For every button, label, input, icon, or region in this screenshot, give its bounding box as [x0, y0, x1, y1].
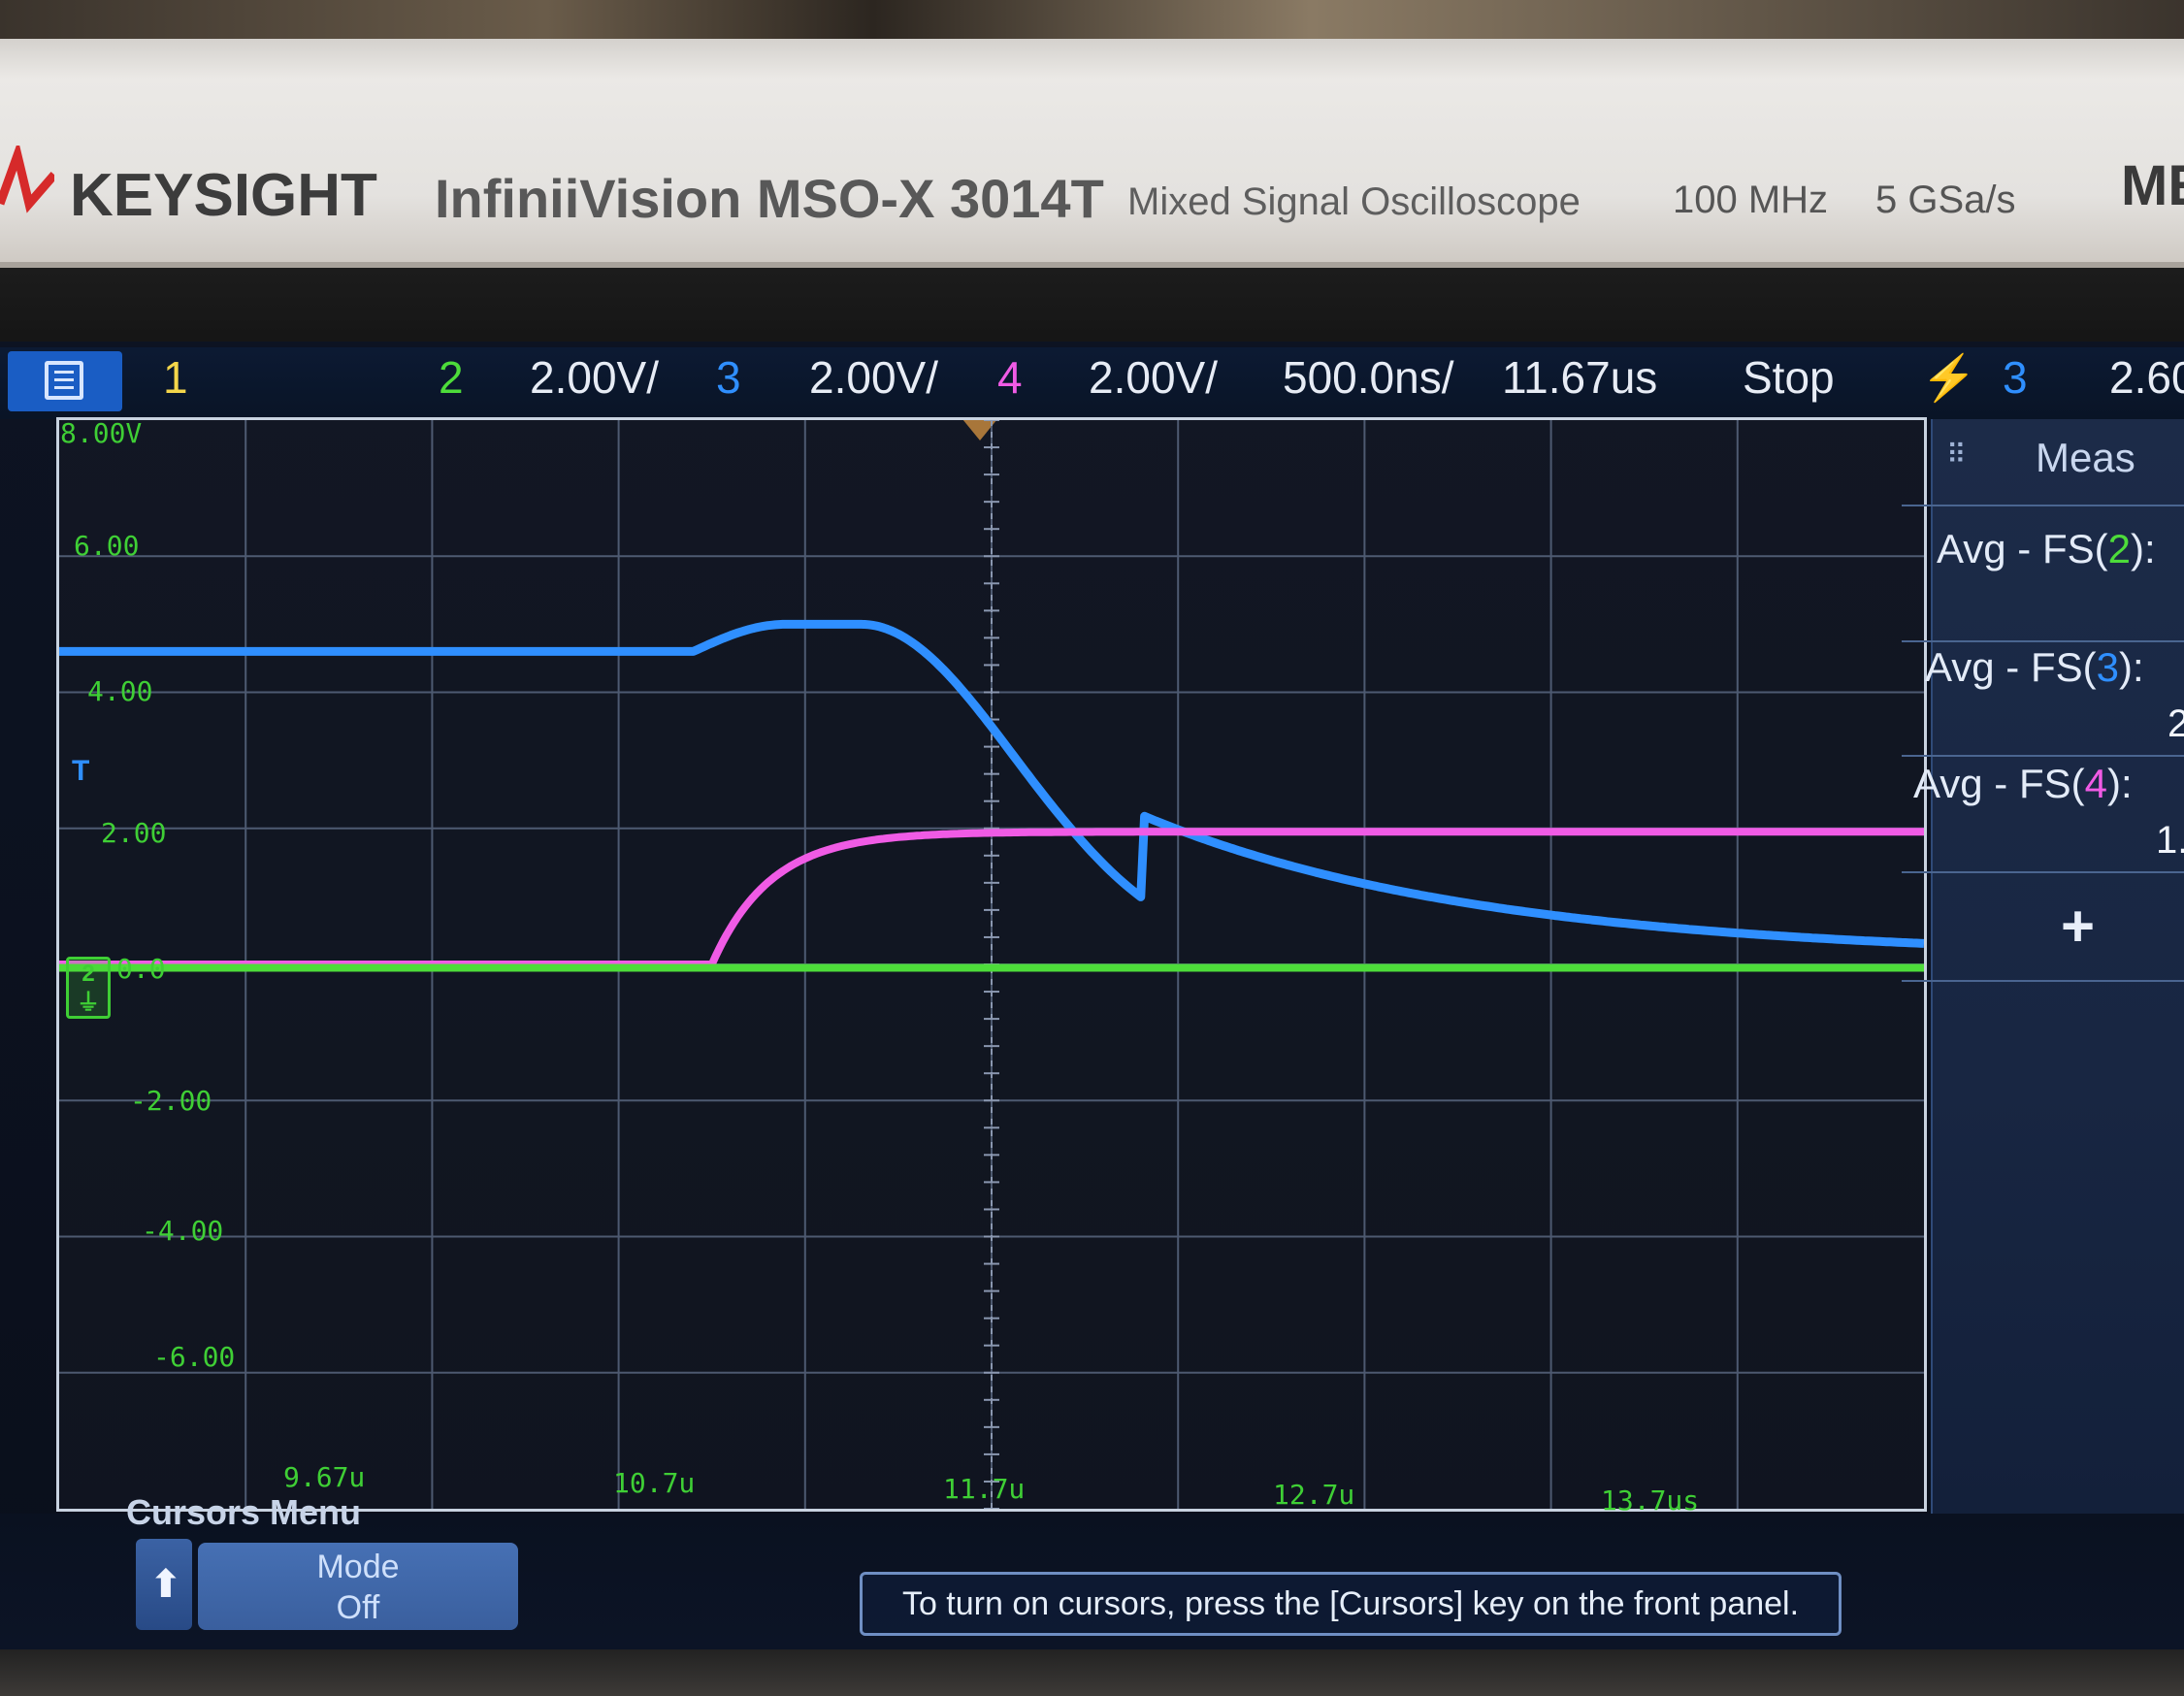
trigger-edge-icon[interactable]: ⚡ [1921, 351, 1976, 405]
panel-divider [1902, 871, 2184, 873]
panel-divider [1902, 640, 2184, 642]
add-measurement-button[interactable]: + [2061, 893, 2095, 960]
x-axis-label-3: 11.7u [943, 1473, 1026, 1505]
run-state[interactable]: Stop [1743, 351, 1835, 404]
y-axis-label-0: 0.0 [116, 953, 166, 985]
channel-2-ground-marker[interactable]: 2 ⏚ [66, 957, 111, 1019]
trigger-source[interactable]: 3 [2003, 351, 2028, 404]
channel-3-scale[interactable]: 2.00V/ [809, 351, 938, 404]
trigger-level[interactable]: 2.60 [2109, 351, 2184, 404]
measurement-panel [1931, 419, 2184, 1514]
channel-2-label[interactable]: 2 [439, 351, 464, 404]
y-axis-label-minus-6: -6.00 [153, 1341, 236, 1373]
horizontal-delay[interactable]: 11.67us [1502, 351, 1657, 404]
keysight-logo-icon [0, 146, 54, 213]
up-arrow-icon: ⬆ [149, 1562, 182, 1607]
ground-icon: ⏚ [77, 990, 100, 1016]
bezel-bottom-edge [0, 1649, 2184, 1696]
brand-name: KEYSIGHT [70, 162, 377, 229]
measurement-item-2[interactable]: Avg - FS(3): [1925, 644, 2144, 691]
cursor-mode-softkey[interactable]: Mode Off [198, 1543, 518, 1630]
panel-divider [1902, 980, 2184, 982]
y-axis-label-minus-4: -4.00 [142, 1215, 224, 1247]
model-name: InfiniiVision MSO-X 3014T [435, 168, 1104, 229]
channel-1-label[interactable]: 1 [163, 351, 188, 404]
channel-4-scale[interactable]: 2.00V/ [1089, 351, 1218, 404]
x-axis-label-2: 10.7u [613, 1467, 696, 1499]
y-axis-label-4: 4.00 [87, 675, 153, 707]
model-description: Mixed Signal Oscilloscope [1127, 180, 1581, 223]
background-wall [0, 0, 2184, 39]
trigger-level-marker[interactable]: T [72, 755, 91, 813]
y-axis-label-8: 8.00V [60, 417, 143, 449]
channel-3-label[interactable]: 3 [716, 351, 741, 404]
panel-divider [1902, 755, 2184, 757]
cursor-hint-message: To turn on cursors, press the [Cursors] … [860, 1572, 1842, 1636]
measurement-item-1[interactable]: Avg - FS(2): [1937, 526, 2156, 572]
panel-grip-icon[interactable]: ⠿ [1946, 439, 1967, 471]
measurement-item-3[interactable]: Avg - FS(4): [1913, 761, 2133, 807]
measurement-prefix: Avg - FS( [1925, 644, 2097, 690]
measurement-value-3: 1. [2156, 819, 2184, 862]
measurement-channel: 4 [2084, 761, 2107, 806]
measurement-prefix: Avg - FS( [1913, 761, 2085, 806]
graticule-grid [59, 420, 1924, 1509]
timebase-scale[interactable]: 500.0ns/ [1283, 351, 1453, 404]
x-axis-label-1: 9.67u [283, 1461, 366, 1493]
instrument-brand-bar: KEYSIGHT InfiniiVision MSO-X 3014T Mixed… [0, 39, 2184, 268]
waveform-display[interactable] [56, 417, 1927, 1512]
measurement-suffix: ): [2106, 761, 2133, 806]
x-axis-label-5: 13.7us [1601, 1484, 1700, 1517]
measurement-channel: 3 [2096, 644, 2119, 690]
y-axis-label-minus-2: -2.00 [130, 1085, 212, 1117]
y-axis-label-6: 6.00 [74, 530, 140, 562]
bandwidth-label: 100 MHz [1673, 179, 1829, 221]
channel-4-label[interactable]: 4 [997, 351, 1023, 404]
measurement-value-2: 2 [2168, 702, 2184, 745]
main-menu-button[interactable] [8, 351, 122, 411]
menu-back-button[interactable]: ⬆ [136, 1539, 192, 1630]
measurement-panel-title: Meas [2036, 435, 2135, 480]
measurement-prefix: Avg - FS( [1937, 526, 2108, 571]
measurement-suffix: ): [2130, 526, 2156, 571]
mode-label: Mode [316, 1549, 400, 1585]
brand-label-cut: ME [2121, 154, 2184, 217]
channel-2-scale[interactable]: 2.00V/ [530, 351, 659, 404]
menu-icon [45, 361, 83, 400]
measurement-channel: 2 [2107, 526, 2131, 571]
cursors-menu-title: Cursors Menu [126, 1492, 362, 1532]
sample-rate-label: 5 GSa/s [1875, 179, 2016, 221]
y-axis-label-2: 2.00 [101, 817, 167, 849]
ground-marker-label: 2 [81, 961, 95, 987]
x-axis-label-4: 12.7u [1273, 1479, 1355, 1511]
panel-divider [1902, 505, 2184, 506]
mode-value: Off [336, 1589, 380, 1626]
measurement-suffix: ): [2118, 644, 2144, 690]
